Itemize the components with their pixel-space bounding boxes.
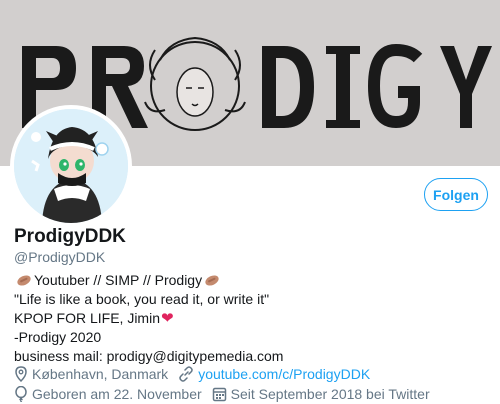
avatar-frame[interactable] <box>10 105 132 227</box>
meta-row-1: København, Danmark youtube.com/c/Prodigy… <box>14 364 494 384</box>
birthday-item: Geboren am 22. November <box>14 386 202 402</box>
bio-text-1: Youtuber // SIMP // Prodigy <box>34 272 203 288</box>
bio-line-3: KPOP FOR LIFE, Jimin ❤ <box>14 309 283 328</box>
banner-medusa-face <box>144 36 246 131</box>
joined-item: Seit September 2018 bei Twitter <box>212 386 430 402</box>
avatar[interactable] <box>14 109 128 223</box>
follow-button[interactable]: Folgen <box>424 178 488 211</box>
bio-text-3: KPOP FOR LIFE, Jimin <box>14 310 160 326</box>
bio-line-2: "Life is like a book, you read it, or wr… <box>14 290 283 309</box>
peanut-emoji-icon <box>203 273 221 288</box>
banner-letter-d <box>262 46 314 128</box>
profile-bio: Youtuber // SIMP // Prodigy "Life is lik… <box>14 271 283 366</box>
profile-meta: København, Danmark youtube.com/c/Prodigy… <box>14 364 494 404</box>
location-item: København, Danmark <box>14 366 168 382</box>
heart-emoji-icon: ❤ <box>161 310 174 327</box>
banner-letter-y <box>440 46 492 128</box>
profile-display-name: ProdigyDDK <box>14 226 126 247</box>
website-item[interactable]: youtube.com/c/ProdigyDDK <box>178 366 370 382</box>
location-pin-icon <box>15 366 27 382</box>
bio-line-1: Youtuber // SIMP // Prodigy <box>14 271 283 290</box>
birthday-text: Geboren am 22. November <box>32 386 202 402</box>
website-link[interactable]: youtube.com/c/ProdigyDDK <box>198 366 370 382</box>
banner-letter-g <box>367 43 423 129</box>
peanut-emoji-icon <box>15 273 33 288</box>
bio-line-4: -Prodigy 2020 <box>14 328 283 347</box>
joined-text: Seit September 2018 bei Twitter <box>230 386 430 402</box>
avatar-illustration <box>14 109 128 223</box>
bio-text-2: "Life is like a book, you read it, or wr… <box>14 291 270 307</box>
balloon-icon <box>15 386 27 402</box>
bio-text-4: -Prodigy 2020 <box>14 329 102 345</box>
banner-letter-i <box>326 46 360 128</box>
location-text: København, Danmark <box>32 366 169 382</box>
link-icon <box>179 366 193 382</box>
profile-handle: @ProdigyDDK <box>14 249 106 265</box>
calendar-icon <box>212 387 226 402</box>
meta-row-2: Geboren am 22. November Seit September 2… <box>14 384 494 404</box>
